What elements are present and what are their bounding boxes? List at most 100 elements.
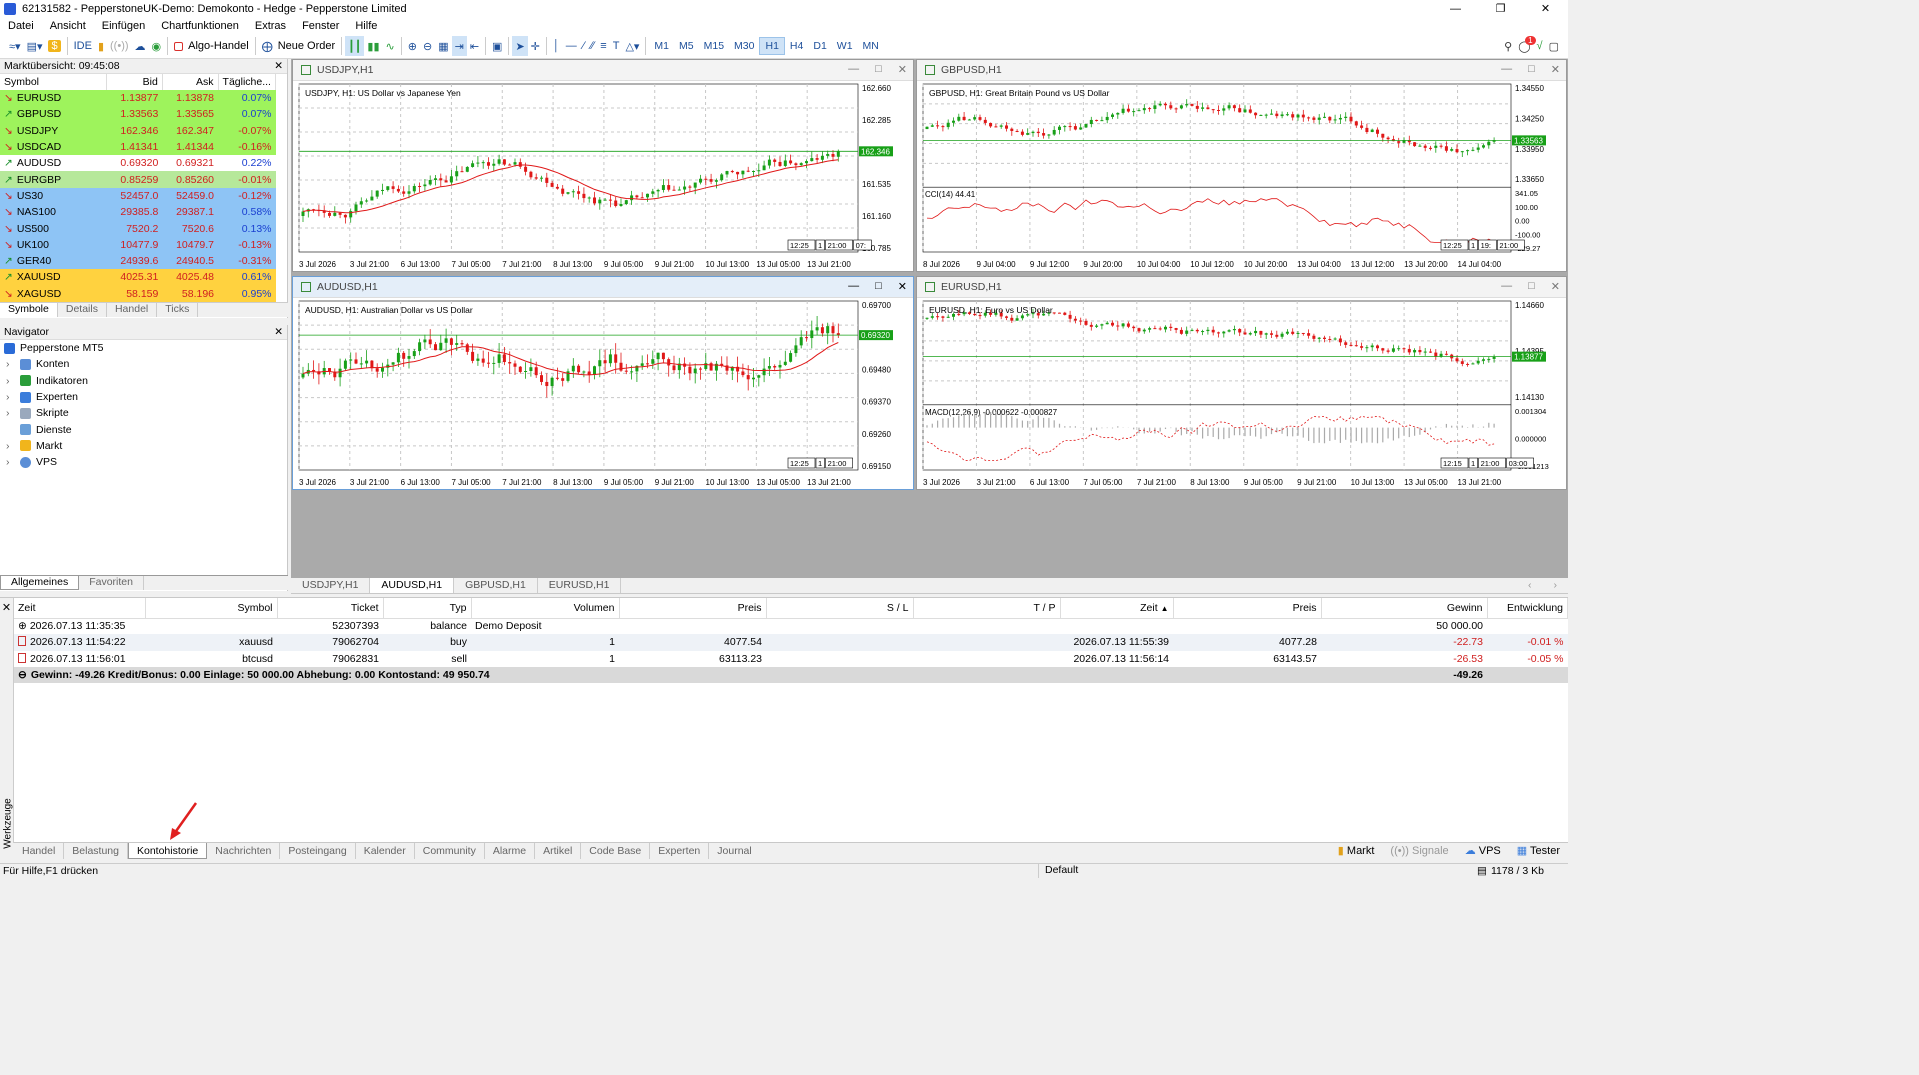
close-icon[interactable]: ✕: [1551, 63, 1560, 76]
market-row[interactable]: ↘ UK100 10477.9 10479.7 -0.13%: [0, 236, 276, 253]
chart-type-icon[interactable]: ≈▾: [6, 36, 24, 56]
shapes-icon[interactable]: △▾: [622, 36, 642, 56]
menu-ansicht[interactable]: Ansicht: [42, 20, 94, 32]
minimize-icon[interactable]: —: [1501, 280, 1512, 293]
minimize-icon[interactable]: —: [848, 280, 859, 293]
close-icon[interactable]: ✕: [274, 326, 283, 338]
bar-chart-icon[interactable]: ┃┃: [345, 36, 365, 56]
menu-fenster[interactable]: Fenster: [294, 20, 347, 32]
vps-icon[interactable]: ◉: [149, 36, 165, 56]
column-ask[interactable]: Ask: [162, 74, 219, 90]
tf-m1[interactable]: M1: [649, 38, 674, 54]
close-icon[interactable]: ✕: [1551, 280, 1560, 293]
col-sl[interactable]: S / L: [766, 598, 914, 619]
new-order-button[interactable]: ⨁ Neue Order: [259, 36, 338, 56]
algo-trading-button[interactable]: Algo-Handel: [171, 36, 252, 56]
maximize-icon[interactable]: □: [875, 63, 882, 76]
cursor-icon[interactable]: ➤: [512, 36, 528, 56]
tab-allgemeines[interactable]: Allgemeines: [0, 576, 80, 590]
col-preis2[interactable]: Preis: [1173, 598, 1322, 619]
menu-chartfunktionen[interactable]: Chartfunktionen: [153, 20, 247, 32]
history-row[interactable]: 2026.07.13 11:54:22 xauusd 79062704 buy 1 407…: [14, 634, 1568, 651]
close-icon[interactable]: ✕: [0, 601, 13, 614]
line-chart-icon[interactable]: ∿: [383, 36, 398, 56]
crosshair-icon[interactable]: ✛: [528, 36, 543, 56]
markt-button[interactable]: ▮ Markt: [1330, 843, 1383, 859]
tab-experten[interactable]: Experten: [650, 843, 710, 859]
nav-item-konten[interactable]: › Konten: [0, 356, 287, 372]
scroll-right-icon[interactable]: ›: [1543, 578, 1569, 593]
market-row[interactable]: ↘ XAGUSD 58.159 58.196 0.95%: [0, 285, 276, 302]
col-zeit[interactable]: Zeit: [14, 598, 146, 619]
chart-canvas[interactable]: GBPUSD, H1: Great Britain Pound vs US Do…: [917, 82, 1566, 272]
tf-d1[interactable]: D1: [808, 38, 831, 54]
vertical-line-icon[interactable]: │: [550, 36, 563, 56]
tab-kalender[interactable]: Kalender: [356, 843, 415, 859]
market-row[interactable]: ↗ GER40 24939.6 24940.5 -0.31%: [0, 252, 276, 270]
autoscroll-icon[interactable]: ⇥: [451, 36, 467, 56]
chart-canvas[interactable]: EURUSD, H1: Euro vs US Dollar 1.14660 1.14…: [917, 299, 1566, 490]
tab-handel[interactable]: Handel: [14, 843, 65, 859]
col-volumen[interactable]: Volumen: [471, 598, 620, 619]
scroll-left-icon[interactable]: ‹: [1517, 578, 1543, 593]
col-symbol[interactable]: Symbol: [145, 598, 278, 619]
nav-item-vps[interactable]: › VPS: [0, 454, 287, 470]
tab-handel[interactable]: Handel: [107, 303, 158, 317]
market-row[interactable]: ↗ XAUUSD 4025.31 4025.48 0.61%: [0, 269, 276, 286]
trendline-icon[interactable]: ∕: [580, 36, 588, 56]
col-entwicklung[interactable]: Entwicklung: [1487, 598, 1568, 619]
tf-m5[interactable]: M5: [674, 38, 699, 54]
maximize-icon[interactable]: □: [1528, 63, 1535, 76]
search-icon[interactable]: ⚲: [1501, 36, 1515, 56]
close-icon[interactable]: ✕: [898, 63, 907, 76]
menu-extras[interactable]: Extras: [247, 20, 294, 32]
maximize-icon[interactable]: □: [1528, 280, 1535, 293]
tab-nachrichten[interactable]: Nachrichten: [207, 843, 281, 859]
col-ticket[interactable]: Ticket: [277, 598, 384, 619]
ide-button[interactable]: IDE: [71, 36, 95, 56]
tf-w1[interactable]: W1: [832, 38, 858, 54]
minimize-icon[interactable]: —: [1501, 63, 1512, 76]
chart-tab-gbpusd[interactable]: GBPUSD,H1: [454, 578, 538, 593]
fibonacci-icon[interactable]: ≡: [597, 36, 609, 56]
market-row[interactable]: ↘ US30 52457.0 52459.0 -0.12%: [0, 187, 276, 205]
tf-mn[interactable]: MN: [858, 38, 884, 54]
column-daily-change[interactable]: Tägliche...: [218, 74, 277, 90]
tab-journal[interactable]: Journal: [709, 843, 759, 859]
chart-canvas[interactable]: AUDUSD, H1: Australian Dollar vs US Doll…: [293, 299, 913, 490]
market-row[interactable]: ↘ USDCAD 1.41341 1.41344 -0.16%: [0, 138, 276, 156]
cloud-icon[interactable]: ☁: [132, 36, 149, 56]
zoom-out-icon[interactable]: ⊖: [420, 36, 435, 56]
tab-code-base[interactable]: Code Base: [581, 843, 651, 859]
chart-tab-eurusd[interactable]: EURUSD,H1: [538, 578, 622, 593]
close-icon[interactable]: ✕: [1523, 0, 1568, 17]
market-row[interactable]: ↘ EURUSD 1.13877 1.13878 0.07%: [0, 90, 276, 107]
history-row[interactable]: 2026.07.13 11:56:01 btcusd 79062831 sell 1 63…: [14, 651, 1568, 667]
menu-hilfe[interactable]: Hilfe: [347, 20, 385, 32]
close-icon[interactable]: ✕: [898, 280, 907, 293]
market-row[interactable]: ↗ AUDUSD 0.69320 0.69321 0.22%: [0, 155, 276, 172]
col-typ[interactable]: Typ: [383, 598, 472, 619]
nav-item-experten[interactable]: › Experten: [0, 389, 287, 405]
tf-h4[interactable]: H4: [785, 38, 808, 54]
chart-window-usdjpy[interactable]: USDJPY,H1 — □ ✕ USDJPY, H1: US Dollar vs J…: [292, 59, 914, 272]
nav-item-markt[interactable]: › Markt: [0, 438, 287, 454]
nav-item-indikatoren[interactable]: › Indikatoren: [0, 373, 287, 389]
chart-window-eurusd[interactable]: EURUSD,H1 — □ ✕ EURUSD, H1: Euro vs US Dol…: [916, 276, 1567, 490]
screenshot-icon[interactable]: ▣: [489, 36, 505, 56]
vps-button[interactable]: ☁ VPS: [1457, 843, 1509, 859]
column-bid[interactable]: Bid: [106, 74, 163, 90]
tester-button[interactable]: ▦ Tester: [1509, 843, 1568, 859]
window-box-icon[interactable]: ▢: [1546, 36, 1562, 56]
nav-item-dienste[interactable]: Dienste: [0, 421, 287, 437]
market-row[interactable]: ↘ US500 7520.2 7520.6 0.13%: [0, 220, 276, 237]
grid-icon[interactable]: ▦: [435, 36, 451, 56]
text-icon[interactable]: T: [610, 36, 623, 56]
tf-m15[interactable]: M15: [699, 38, 729, 54]
maximize-icon[interactable]: □: [875, 280, 882, 293]
signale-button[interactable]: ((•)) Signale: [1382, 843, 1456, 859]
chart-tab-audusd[interactable]: AUDUSD,H1: [370, 578, 455, 593]
lock-icon[interactable]: ▮: [95, 36, 107, 56]
horizontal-line-icon[interactable]: —: [563, 36, 580, 56]
chart-window-audusd[interactable]: AUDUSD,H1 — □ ✕ AUDUSD, H1: Australian Dol…: [292, 276, 914, 490]
